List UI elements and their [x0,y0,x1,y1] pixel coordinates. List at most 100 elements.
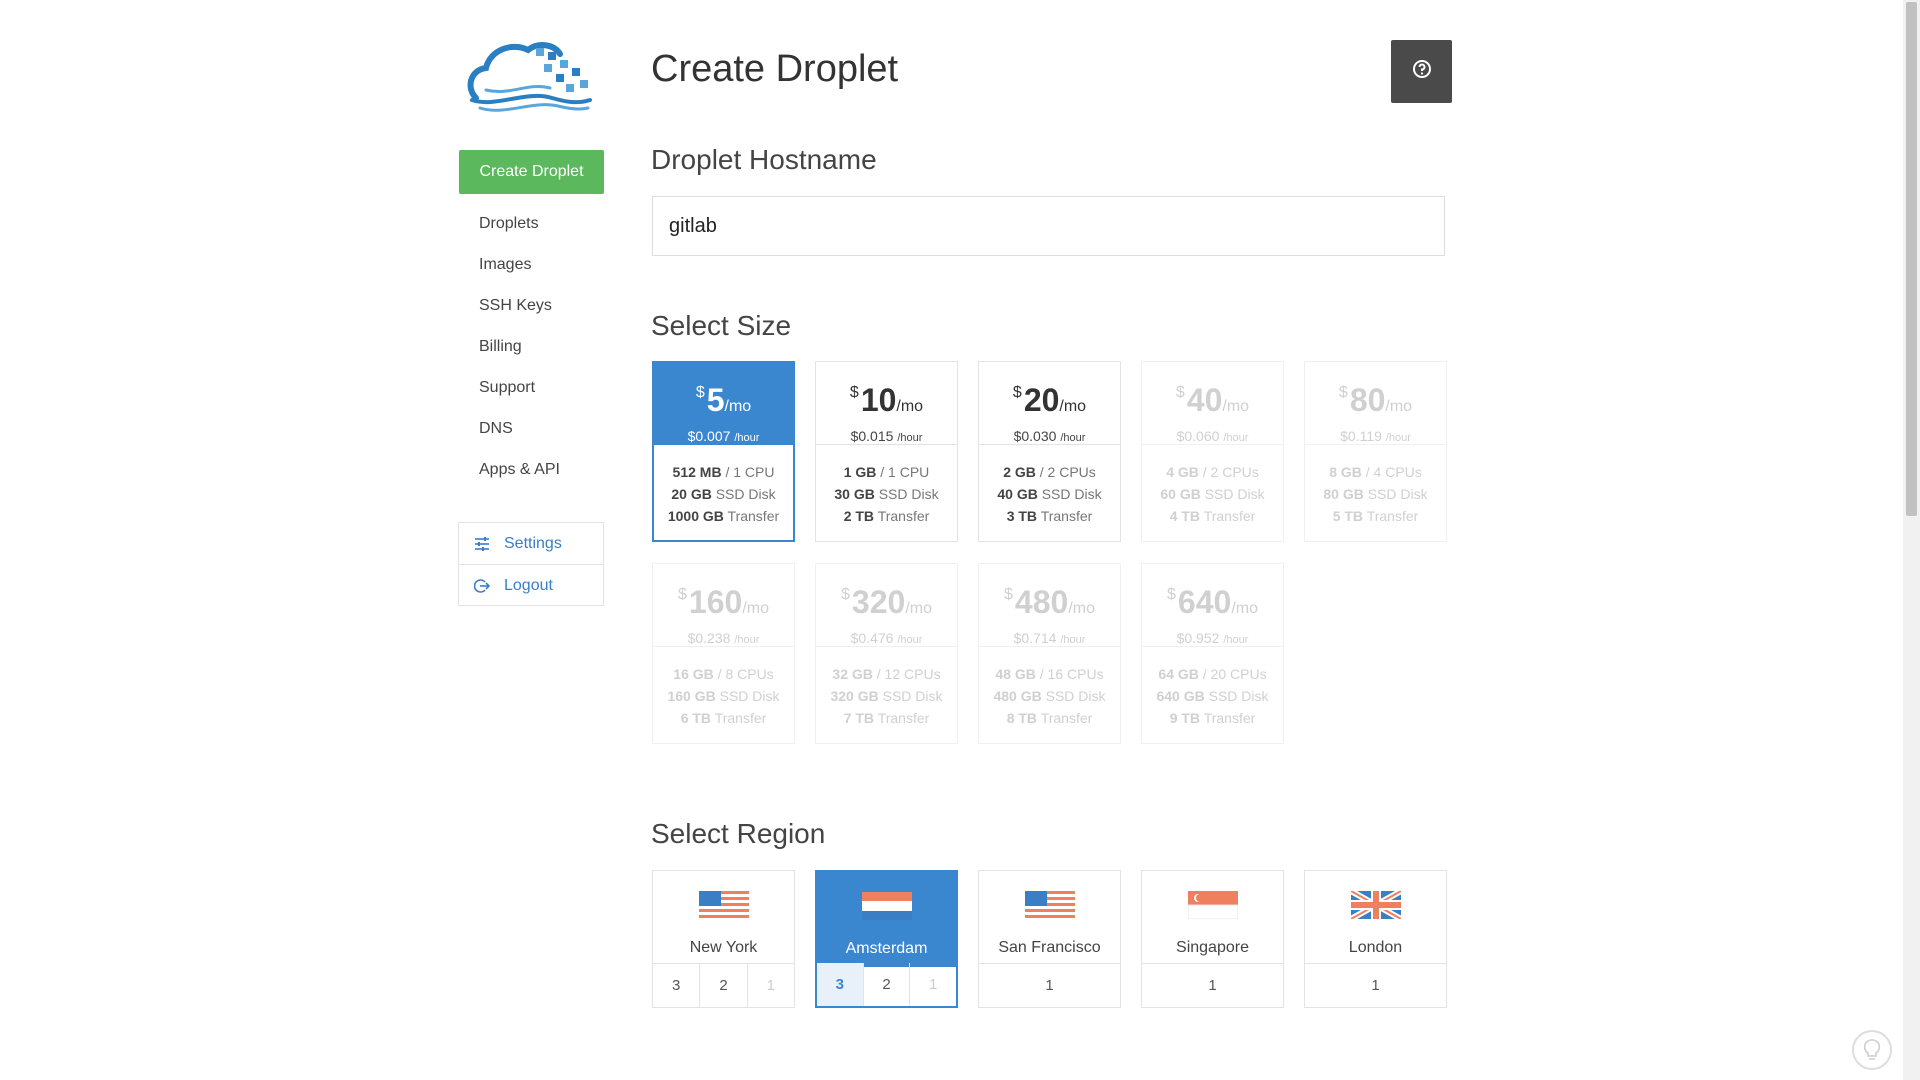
region-name: San Francisco [998,939,1101,956]
logout-icon [474,578,492,594]
disk: 640 GB SSD Disk [1156,688,1269,704]
disk: 80 GB SSD Disk [1323,486,1428,502]
size-price-block: $160/mo $0.238 /hour [653,564,794,647]
memory-cpu: 512 MB / 1 CPU [672,464,775,480]
disk: 40 GB SSD Disk [997,486,1102,502]
datacenter-number[interactable]: 3 [653,964,699,1007]
hourly-price: $0.952 /hour [1176,630,1249,646]
sliders-icon [474,536,492,551]
datacenter-number[interactable]: 1 [1142,964,1283,1007]
sidebar-item-dns[interactable]: DNS [479,408,560,449]
sidebar-item-images[interactable]: Images [479,244,560,285]
settings-link[interactable]: Settings [459,523,603,564]
sg-flag-icon [1187,891,1238,937]
datacenter-number[interactable]: 2 [699,964,746,1007]
region-san-francisco[interactable]: San Francisco 1 [978,870,1121,1008]
datacenter-number[interactable]: 3 [817,963,863,1006]
hourly-price: $0.007 /hour [687,428,760,444]
region-heading: Select Region [651,818,826,849]
transfer: 8 TB Transfer [1006,710,1093,726]
lightbulb-icon[interactable] [1852,1030,1892,1070]
monthly-price: $80/mo [1338,382,1413,418]
datacenter-number[interactable]: 1 [1305,964,1446,1007]
uk-flag-icon [1349,888,1402,937]
memory-cpu: 16 GB / 8 CPUs [673,666,774,682]
size-option-20[interactable]: $20/mo $0.030 /hour 2 GB / 2 CPUs 40 GB SSD… [978,361,1121,542]
size-price-block: $40/mo $0.060 /hour [1142,362,1283,445]
size-heading: Select Size [651,310,792,341]
size-specs: 2 GB / 2 CPUs 40 GB SSD Disk 3 TB Transfer [979,445,1120,527]
sidebar-item-droplets[interactable]: Droplets [479,203,560,244]
size-price-block: $5/mo $0.007 /hour [654,363,793,445]
region-london[interactable]: London 1 [1304,870,1447,1008]
memory-cpu: 32 GB / 12 CPUs [832,666,941,682]
size-price-block: $80/mo $0.119 /hour [1305,362,1446,445]
region-new-york[interactable]: New York 3 2 1 [652,870,795,1008]
region-name: London [1348,939,1403,956]
account-menu: Settings Logout [458,522,604,606]
size-option-80: $80/mo $0.119 /hour 8 GB / 4 CPUs 80 GB SSD… [1304,361,1447,542]
size-price-block: $480/mo $0.714 /hour [979,564,1120,647]
datacenter-number[interactable]: 2 [862,963,910,1006]
size-specs: 8 GB / 4 CPUs 80 GB SSD Disk 5 TB Transfer [1305,445,1446,527]
help-button[interactable] [1391,40,1452,103]
datacenter-number[interactable]: 1 [979,964,1120,1007]
datacenter-selector: 321 [653,963,794,1007]
memory-cpu: 2 GB / 2 CPUs [1003,464,1096,480]
hourly-price: $0.119 /hour [1340,428,1411,444]
transfer: 1000 GB Transfer [667,508,780,524]
size-specs: 64 GB / 20 CPUs 640 GB SSD Disk 9 TB Trans… [1142,647,1283,729]
monthly-price: $640/mo [1167,584,1258,620]
monthly-price: $5/mo [695,382,752,418]
size-option-10[interactable]: $10/mo $0.015 /hour 1 GB / 1 CPU 30 GB SSD … [815,361,958,542]
hostname-input[interactable] [652,196,1445,256]
disk: 30 GB SSD Disk [834,486,939,502]
scrollbar[interactable] [1903,0,1920,1080]
memory-cpu: 8 GB / 4 CPUs [1329,464,1422,480]
monthly-price: $40/mo [1175,382,1250,418]
size-specs: 32 GB / 12 CPUs 320 GB SSD Disk 7 TB Trans… [816,647,957,729]
us-flag-icon [698,891,749,937]
datacenter-number: 1 [746,964,794,1007]
size-specs: 1 GB / 1 CPU 30 GB SSD Disk 2 TB Transfer [816,445,957,527]
region-amsterdam[interactable]: Amsterdam 3 2 1 [815,870,958,1008]
size-price-block: $320/mo $0.476 /hour [816,564,957,647]
digitalocean-logo[interactable] [466,38,596,114]
create-droplet-button[interactable]: Create Droplet [459,150,604,194]
question-icon [1412,59,1432,84]
sidebar-item-support[interactable]: Support [479,367,560,408]
memory-cpu: 48 GB / 16 CPUs [995,666,1104,682]
size-option-160: $160/mo $0.238 /hour 16 GB / 8 CPUs 160 GB … [652,563,795,744]
size-specs: 4 GB / 2 CPUs 60 GB SSD Disk 4 TB Transfer [1142,445,1283,527]
memory-cpu: 1 GB / 1 CPU [843,464,930,480]
transfer: 6 TB Transfer [680,710,767,726]
transfer: 5 TB Transfer [1332,508,1419,524]
sidebar-item-billing[interactable]: Billing [479,326,560,367]
logout-label: Logout [504,576,553,594]
logout-link[interactable]: Logout [459,564,603,606]
size-price-block: $10/mo $0.015 /hour [816,362,957,445]
memory-cpu: 64 GB / 20 CPUs [1158,666,1267,682]
monthly-price: $320/mo [841,584,932,620]
disk: 20 GB SSD Disk [671,486,776,502]
monthly-price: $160/mo [678,584,769,620]
transfer: 9 TB Transfer [1169,710,1256,726]
size-option-5[interactable]: $5/mo $0.007 /hour 512 MB / 1 CPU 20 GB SSD… [652,361,795,542]
memory-cpu: 4 GB / 2 CPUs [1166,464,1259,480]
settings-label: Settings [504,534,562,552]
sidebar-item-apps-api[interactable]: Apps & API [479,449,560,490]
hourly-price: $0.015 /hour [850,428,923,444]
transfer: 2 TB Transfer [843,508,930,524]
scroll-thumb[interactable] [1906,2,1917,516]
disk: 160 GB SSD Disk [667,688,780,704]
nl-flag-icon [861,892,912,938]
disk: 480 GB SSD Disk [993,688,1106,704]
size-option-40: $40/mo $0.060 /hour 4 GB / 2 CPUs 60 GB SSD… [1141,361,1284,542]
size-option-480: $480/mo $0.714 /hour 48 GB / 16 CPUs 480 GB… [978,563,1121,744]
region-singapore[interactable]: Singapore 1 [1141,870,1284,1008]
hourly-price: $0.476 /hour [850,630,923,646]
us-flag-icon [1024,891,1075,937]
sidebar-item-ssh-keys[interactable]: SSH Keys [479,285,560,326]
datacenter-selector: 1 [1142,963,1283,1007]
disk: 60 GB SSD Disk [1160,486,1265,502]
